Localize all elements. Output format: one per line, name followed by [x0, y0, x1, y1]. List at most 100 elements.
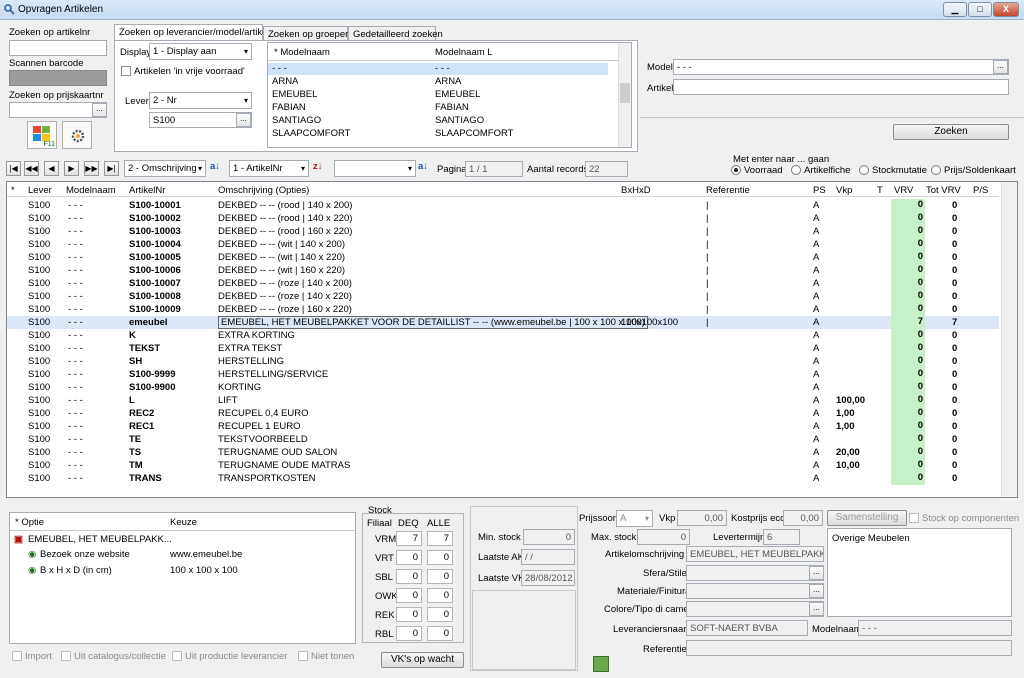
model-input[interactable]: - - -	[673, 59, 1009, 75]
first-page-button[interactable]: |◀	[6, 161, 21, 176]
import-checkbox[interactable]	[12, 651, 22, 661]
next-record-button[interactable]: ▶	[64, 161, 79, 176]
lever-browse-button[interactable]: ...	[236, 113, 251, 127]
model-list-scrollbar[interactable]	[618, 43, 631, 147]
productie-checkbox[interactable]	[172, 651, 182, 661]
vk-op-wacht-button[interactable]: VK's op wacht	[381, 652, 464, 668]
list-item[interactable]: EMEUBEL	[272, 89, 317, 100]
table-row[interactable]: S100- - - REC2 RECUPEL 0,4 EURO A 1,00 0 0	[7, 407, 999, 420]
stockmutatie-radio[interactable]	[859, 165, 869, 175]
gear-icon	[71, 129, 85, 143]
vrv-cell: 0	[891, 264, 925, 277]
artikelnr-cell: REC2	[129, 408, 155, 419]
table-row[interactable]: S100- - - S100-10003 DEKBED -- -- (rood | …	[7, 225, 999, 238]
table-row[interactable]: S100- - - SH HERSTELLING A 0 0	[7, 355, 999, 368]
model-list[interactable]: * Modelnaam Modelnaam L - - -- - - ARNA A…	[267, 42, 632, 148]
settings-button[interactable]	[62, 121, 92, 149]
lever-select[interactable]: 2 - Nr ▾	[149, 92, 252, 109]
sort3-select[interactable]: ▾	[334, 160, 416, 177]
sfera-input[interactable]	[686, 565, 824, 581]
colore-input[interactable]	[686, 601, 824, 617]
list-item[interactable]: - - -	[272, 63, 287, 74]
vrv-cell: 0	[891, 355, 925, 368]
table-row[interactable]: S100- - - S100-9999 HERSTELLING/SERVICE A 0 0	[7, 368, 999, 381]
stock-componenten-checkbox[interactable]	[909, 513, 919, 523]
table-row[interactable]: S100- - - emeubel EMEUBEL, HET MEUBELPAKKE…	[7, 316, 999, 329]
table-row[interactable]: S100- - - S100-10005 DEKBED -- -- (wit | 1…	[7, 251, 999, 264]
artikelnr-cell: REC1	[129, 421, 155, 432]
optie-keuze: www.emeubel.be	[170, 549, 243, 560]
groep-panel: Overige Meubelen	[827, 528, 1012, 617]
table-row[interactable]: S100- - - S100-10002 DEKBED -- -- (rood | …	[7, 212, 999, 225]
table-row[interactable]: S100- - - S100-10006 DEKBED -- -- (wit | 1…	[7, 264, 999, 277]
grid-scrollbar[interactable]	[1001, 182, 1017, 497]
barcode-input[interactable]	[9, 70, 107, 86]
table-row[interactable]: S100- - - S100-10004 DEKBED -- -- (wit | 1…	[7, 238, 999, 251]
minimize-button[interactable]: ▁	[943, 2, 967, 17]
picture-icon[interactable]	[593, 656, 609, 672]
colore-browse-button[interactable]: ...	[809, 602, 824, 616]
optie-item[interactable]: Bezoek onze website	[40, 549, 130, 560]
tot-vrv-cell: 0	[952, 408, 958, 419]
optie-item[interactable]: EMEUBEL, HET MEUBELPAKK...	[28, 534, 172, 545]
sort1-select[interactable]: 2 - Omschrijving ▾	[124, 160, 206, 177]
table-row[interactable]: S100- - - TEKST EXTRA TEKST A 0 0	[7, 342, 999, 355]
stock-filiaal-label: SBL	[375, 572, 393, 583]
artikelnr-cell: TM	[129, 460, 143, 471]
prev-page-fast-button[interactable]: ◀◀	[24, 161, 39, 176]
sort-az-icon-2[interactable]: a↓	[418, 161, 428, 172]
stock-alle-value: 0	[427, 588, 453, 603]
table-row[interactable]: S100- - - L LIFT A 100,00 0 0	[7, 394, 999, 407]
prijssoort-select[interactable]: A ▾	[616, 510, 653, 527]
tab-leverancier[interactable]: Zoeken op leverancier/model/artikel	[114, 24, 270, 40]
table-row[interactable]: S100- - - K EXTRA KORTING A 0 0	[7, 329, 999, 342]
article-grid[interactable]: * Lever Modelnaam ArtikelNr Omschrijving…	[6, 181, 1018, 498]
prev-record-button[interactable]: ◀	[44, 161, 59, 176]
artikelnr-cell: S100-10007	[129, 278, 181, 289]
last-page-button[interactable]: ▶|	[104, 161, 119, 176]
vrije-voorraad-checkbox[interactable]	[121, 66, 131, 76]
prijskaart-browse-button[interactable]: ...	[92, 103, 107, 117]
table-row[interactable]: S100- - - S100-10009 DEKBED -- -- (roze | …	[7, 303, 999, 316]
samenstelling-button[interactable]: Samenstelling	[827, 510, 907, 526]
table-row[interactable]: S100- - - S100-10007 DEKBED -- -- (roze | …	[7, 277, 999, 290]
sort2-select[interactable]: 1 - ArtikelNr ▾	[229, 160, 309, 177]
table-row[interactable]: S100- - - REC1 RECUPEL 1 EURO A 1,00 0 0	[7, 420, 999, 433]
next-page-fast-button[interactable]: ▶▶	[84, 161, 99, 176]
close-button[interactable]: X	[993, 2, 1019, 17]
materiale-browse-button[interactable]: ...	[809, 584, 824, 598]
artikelnr-input[interactable]	[9, 40, 107, 56]
materiale-input[interactable]	[686, 583, 824, 599]
artikel-input[interactable]	[673, 79, 1009, 95]
table-row[interactable]: S100- - - S100-10008 DEKBED -- -- (roze | …	[7, 290, 999, 303]
table-row[interactable]: S100- - - TE TEKSTVOORBEELD A 0 0	[7, 433, 999, 446]
sort-za-icon[interactable]: z↓	[313, 161, 323, 172]
laatste-vk-value: 28/08/2012	[521, 570, 575, 586]
table-row[interactable]: S100- - - TRANS TRANSPORTKOSTEN A 0 0	[7, 472, 999, 485]
opties-header-optie: * Optie	[15, 517, 45, 528]
maximize-button[interactable]: □	[968, 2, 992, 17]
sort-az-icon[interactable]: a↓	[210, 161, 220, 172]
list-item[interactable]: ARNA	[272, 76, 298, 87]
tot-vrv-cell: 0	[952, 200, 958, 211]
artikelfiche-radio[interactable]	[791, 165, 801, 175]
table-row[interactable]: S100- - - S100-10001 DEKBED -- -- (rood | …	[7, 199, 999, 212]
windows-flag-button[interactable]: F11	[27, 121, 57, 149]
table-row[interactable]: S100- - - TS TERUGNAME OUD SALON A 20,00 0 0	[7, 446, 999, 459]
tot-vrv-cell: 0	[952, 291, 958, 302]
prijskaart-radio[interactable]	[931, 165, 941, 175]
table-row[interactable]: S100- - - TM TERUGNAME OUDE MATRAS A 10,00 0 0	[7, 459, 999, 472]
tot-vrv-cell: 0	[952, 382, 958, 393]
voorraad-radio[interactable]	[731, 165, 741, 175]
niet-tonen-checkbox[interactable]	[298, 651, 308, 661]
table-row[interactable]: S100- - - S100-9900 KORTING A 0 0	[7, 381, 999, 394]
catalogus-checkbox[interactable]	[61, 651, 71, 661]
list-item[interactable]: SANTIAGO	[272, 115, 321, 126]
display-select[interactable]: 1 - Display aan ▾	[149, 43, 252, 60]
list-item[interactable]: FABIAN	[272, 102, 306, 113]
sfera-browse-button[interactable]: ...	[809, 566, 824, 580]
optie-item[interactable]: B x H x D (in cm)	[40, 565, 112, 576]
list-item[interactable]: SLAAPCOMFORT	[272, 128, 350, 139]
zoeken-button[interactable]: Zoeken	[893, 124, 1009, 140]
model-browse-button[interactable]: ...	[993, 60, 1008, 74]
